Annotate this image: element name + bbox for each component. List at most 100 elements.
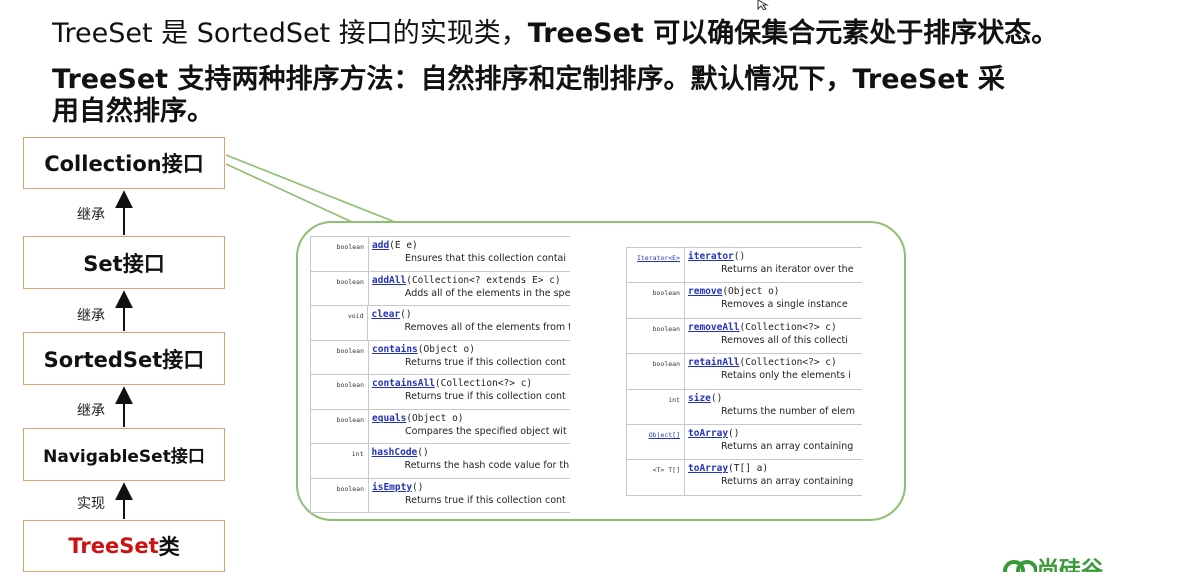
method-description: Removes all of this collecti bbox=[721, 334, 848, 346]
method-name-link[interactable]: isEmpty bbox=[372, 482, 412, 493]
method-signature: containsAll(Collection<?> c) bbox=[372, 377, 566, 390]
method-details: retainAll(Collection<?> c) Retains only t… bbox=[685, 354, 851, 388]
method-signature: addAll(Collection<? extends E> c) bbox=[372, 274, 570, 287]
method-params: (Collection<?> c) bbox=[739, 321, 837, 333]
method-return-type: boolean bbox=[311, 478, 369, 512]
method-signature: remove(Object o) bbox=[688, 285, 848, 298]
method-description: Removes a single instance bbox=[721, 299, 848, 311]
method-row: void clear() Removes all of the elements f… bbox=[311, 306, 570, 341]
method-details: toArray() Returns an array containing bbox=[685, 425, 853, 459]
method-row: boolean retainAll(Collection<?> c) Retains… bbox=[627, 354, 862, 390]
method-name-link[interactable]: size bbox=[688, 393, 711, 404]
method-details: equals(Object o) Compares the specified o… bbox=[369, 410, 567, 444]
method-name-link[interactable]: hashCode bbox=[372, 447, 418, 458]
method-details: containsAll(Collection<?> c) Returns true… bbox=[369, 375, 566, 409]
method-row: int hashCode() Returns the hash code value… bbox=[311, 444, 570, 479]
method-signature: toArray() bbox=[688, 427, 853, 440]
method-return-type[interactable]: Object[] bbox=[627, 424, 685, 460]
method-name-link[interactable]: iterator bbox=[688, 251, 734, 262]
method-params: (Collection<?> c) bbox=[739, 357, 837, 369]
method-return-type: void bbox=[311, 306, 369, 340]
method-return-type: <T> T[] bbox=[627, 460, 685, 495]
method-name-link[interactable]: equals bbox=[372, 413, 406, 424]
method-signature: iterator() bbox=[688, 250, 854, 263]
method-row: Object[] toArray() Returns an array contai… bbox=[627, 424, 862, 461]
method-details: hashCode() Returns the hash code value fo… bbox=[369, 444, 570, 478]
method-row: boolean contains(Object o) Returns true if… bbox=[311, 340, 570, 375]
relation-label-implements: 实现 bbox=[77, 496, 105, 512]
method-name-link[interactable]: removeAll bbox=[688, 322, 739, 333]
collection-methods-table-right: Iterator<E> iterator() Returns an iterator… bbox=[626, 247, 862, 496]
method-signature: clear() bbox=[371, 308, 570, 321]
method-description: Retains only the elements i bbox=[721, 370, 851, 382]
method-signature: retainAll(Collection<?> c) bbox=[688, 356, 851, 369]
method-params: (E e) bbox=[389, 240, 418, 251]
method-details: removeAll(Collection<?> c) Removes all of… bbox=[685, 319, 848, 353]
method-signature: hashCode() bbox=[372, 446, 570, 459]
method-description: Returns true if this collection cont bbox=[405, 494, 566, 506]
method-name-link[interactable]: toArray bbox=[688, 463, 728, 474]
method-params: () bbox=[412, 481, 424, 493]
method-row: boolean isEmpty() Returns true if this col… bbox=[311, 478, 570, 513]
method-row: boolean add(E e) Ensures that this collect… bbox=[311, 237, 570, 272]
method-details: contains(Object o) Returns true if this c… bbox=[369, 341, 566, 375]
method-details: size() Returns the number of elem bbox=[685, 390, 855, 424]
method-description: Returns an iterator over the bbox=[721, 264, 854, 275]
method-params: (Object o) bbox=[722, 286, 780, 298]
method-return-type: int bbox=[627, 389, 685, 424]
method-name-link[interactable]: contains bbox=[372, 344, 418, 355]
method-name-link[interactable]: add bbox=[372, 240, 389, 251]
method-params: () bbox=[733, 251, 746, 262]
method-row: Iterator<E> iterator() Returns an iterator… bbox=[627, 248, 862, 284]
method-description: Adds all of the elements in the spe bbox=[404, 287, 570, 299]
method-params: (T[] a) bbox=[728, 463, 769, 475]
method-name-link[interactable]: clear bbox=[371, 309, 400, 320]
method-return-type: boolean bbox=[627, 283, 685, 318]
treeset-class-box: TreeSet 类 bbox=[23, 520, 225, 572]
method-return-type: int bbox=[311, 444, 369, 478]
method-name-link[interactable]: remove bbox=[688, 286, 722, 297]
method-signature: isEmpty() bbox=[372, 481, 566, 494]
method-name-link[interactable]: addAll bbox=[372, 275, 406, 286]
method-params: () bbox=[710, 392, 723, 404]
method-return-type: boolean bbox=[311, 271, 369, 305]
method-row: boolean remove(Object o) Removes a single … bbox=[627, 283, 862, 319]
method-description: Returns an array containing bbox=[721, 476, 854, 488]
method-return-type[interactable]: Iterator<E> bbox=[627, 248, 685, 283]
method-return-type: boolean bbox=[311, 237, 369, 271]
method-details: add(E e) Ensures that this collection con… bbox=[369, 237, 566, 271]
method-signature: contains(Object o) bbox=[372, 343, 566, 356]
method-details: clear() Removes all of the elements from … bbox=[368, 306, 570, 340]
relation-label-extends-2: 继承 bbox=[77, 308, 105, 324]
method-details: isEmpty() Returns true if this collection… bbox=[369, 479, 566, 513]
method-row: boolean containsAll(Collection<?> c) Retur… bbox=[311, 375, 570, 410]
method-description: Returns the hash code value for thi bbox=[404, 460, 570, 471]
method-description: Returns true if this collection cont bbox=[405, 356, 566, 368]
method-description: Compares the specified object wit bbox=[405, 425, 567, 437]
method-details: addAll(Collection<? extends E> c) Adds al… bbox=[369, 272, 570, 306]
method-signature: equals(Object o) bbox=[372, 412, 567, 425]
logo-text: 尚硅谷 bbox=[1037, 558, 1104, 572]
relation-label-extends-1: 继承 bbox=[77, 207, 105, 223]
method-params: () bbox=[728, 427, 740, 439]
method-name-link[interactable]: toArray bbox=[688, 428, 728, 439]
method-params: () bbox=[417, 447, 429, 458]
method-name-link[interactable]: containsAll bbox=[372, 378, 435, 389]
method-name-link[interactable]: retainAll bbox=[688, 357, 739, 368]
method-details: remove(Object o) Removes a single instanc… bbox=[685, 283, 848, 317]
method-row: boolean removeAll(Collection<?> c) Removes… bbox=[627, 318, 862, 355]
method-params: () bbox=[400, 309, 412, 320]
method-signature: removeAll(Collection<?> c) bbox=[688, 321, 848, 334]
method-params: (Object o) bbox=[406, 412, 464, 424]
method-description: Returns an array containing bbox=[721, 440, 854, 452]
callout-pointer-lower bbox=[225, 163, 353, 223]
method-description: Returns the number of elem bbox=[721, 405, 855, 417]
method-details: iterator() Returns an iterator over the bbox=[685, 248, 854, 282]
method-return-type: boolean bbox=[311, 409, 369, 443]
relation-label-extends-3: 继承 bbox=[77, 403, 105, 419]
method-description: Returns true if this collection cont bbox=[405, 391, 566, 402]
callout-pointer-upper bbox=[225, 154, 396, 223]
method-params: (Collection<?> c) bbox=[434, 378, 533, 389]
method-row: boolean equals(Object o) Compares the spec… bbox=[311, 409, 570, 444]
method-details: toArray(T[] a) Returns an array containin… bbox=[685, 460, 853, 494]
